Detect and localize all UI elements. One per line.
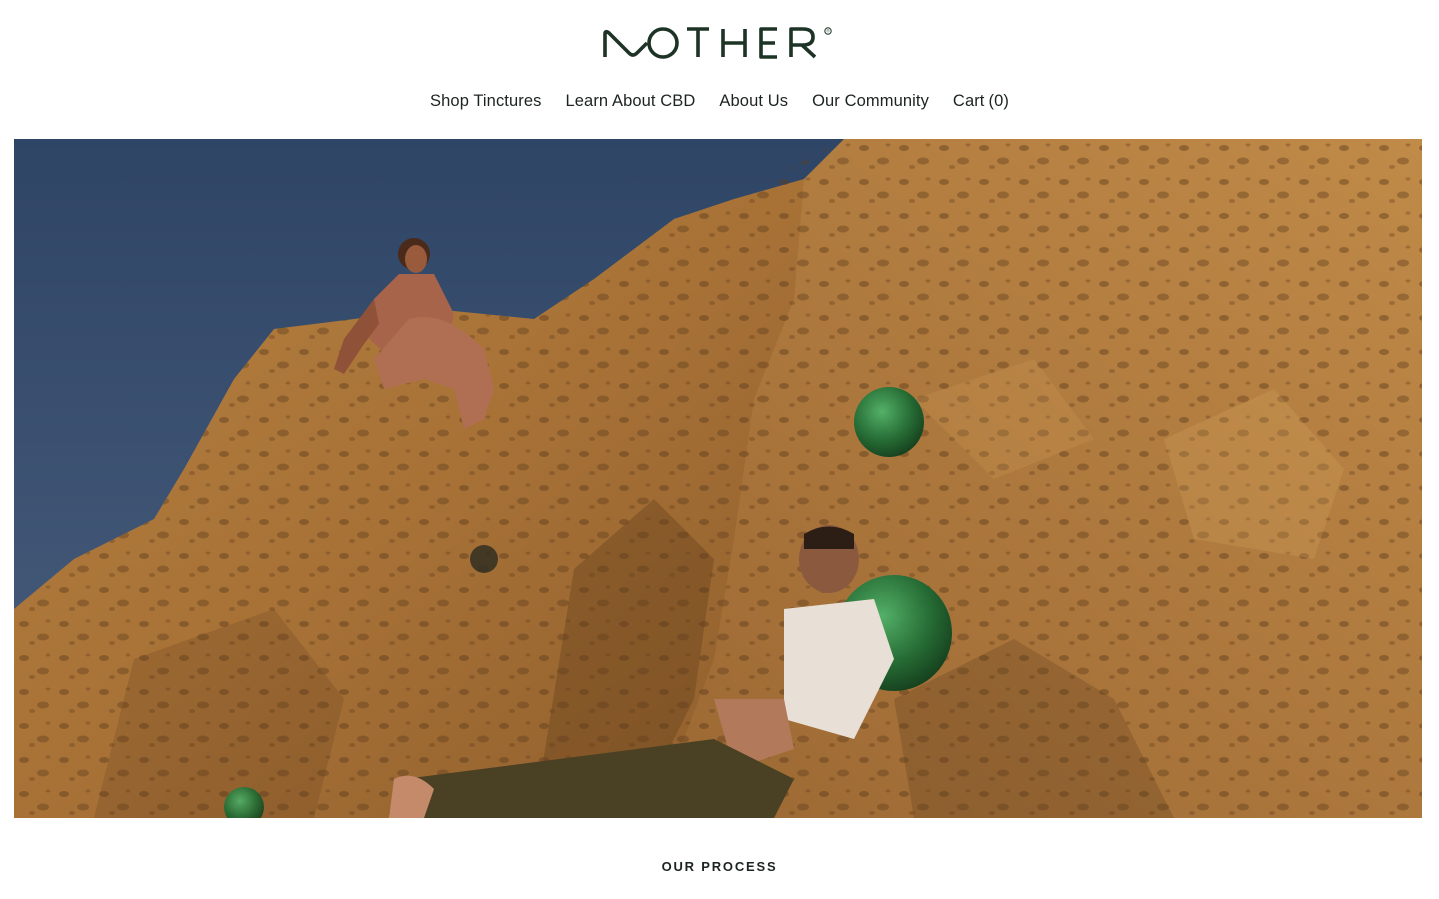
nav-learn-about-cbd[interactable]: Learn About CBD <box>566 88 696 114</box>
mother-logo[interactable]: ® <box>603 26 833 60</box>
hero-image <box>14 139 1422 818</box>
main-nav: Shop Tinctures Learn About CBD About Us … <box>0 88 1439 114</box>
cart-link[interactable]: Cart (0) <box>953 88 1009 114</box>
cart-count: (0) <box>988 92 1009 110</box>
nav-about-us[interactable]: About Us <box>719 88 788 114</box>
mother-wordmark: ® <box>603 27 832 59</box>
site-header: ® Shop Tinctures Learn About CBD About U… <box>0 0 1439 139</box>
nav-shop-tinctures[interactable]: Shop Tinctures <box>430 88 541 114</box>
cart-label: Cart <box>952 92 985 110</box>
glass-orb <box>854 387 924 457</box>
our-process-heading: OUR PROCESS <box>661 859 778 874</box>
nav-our-community[interactable]: Our Community <box>812 88 929 114</box>
hero-photo <box>14 139 1422 818</box>
